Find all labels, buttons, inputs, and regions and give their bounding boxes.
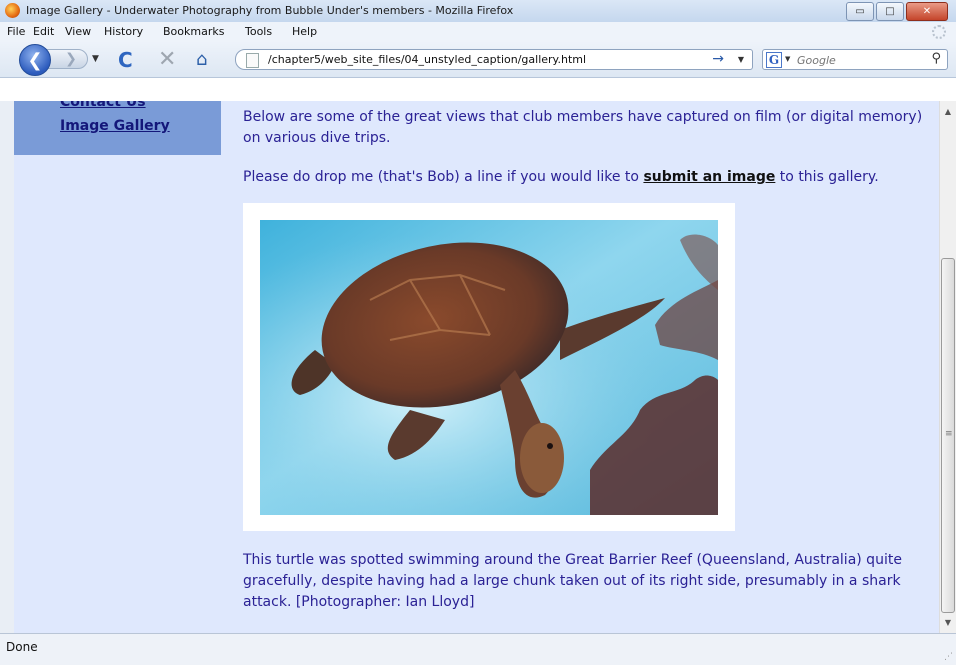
search-bar[interactable]: G ▼ ⚲ [762,49,948,70]
turtle-photo [260,220,718,515]
menu-bar: File Edit View History Bookmarks Tools H… [0,22,956,41]
url-text[interactable]: /chapter5/web_site_files/04_unstyled_cap… [268,53,586,66]
throbber-icon [932,25,946,39]
back-button[interactable]: ❮ [19,44,51,76]
photo-caption: This turtle was spotted swimming around … [243,552,902,610]
submit-text-after: to this gallery. [775,169,879,185]
menu-view[interactable]: View [65,25,91,38]
forward-arrow-icon: ❯ [65,51,77,67]
navigation-toolbar: ❯ ❮ ▼ C ✕ ⌂ /chapter5/web_site_files/04_… [0,41,956,78]
scroll-down-arrow-icon[interactable]: ▼ [940,614,956,631]
menu-history[interactable]: History [104,25,143,38]
menu-help[interactable]: Help [292,25,317,38]
google-icon[interactable]: G [766,52,782,68]
search-input[interactable] [795,52,924,69]
status-text: Done [6,640,38,654]
submit-paragraph: Please do drop me (that's Bob) a line if… [243,167,939,188]
sidebar-nav: Contact Us Image Gallery [14,101,221,155]
search-icon[interactable]: ⚲ [931,51,941,66]
status-bar: Done ⋰ [0,633,956,665]
page-content: Contact Us Image Gallery Below are some … [14,101,939,633]
scrollbar-thumb[interactable]: ≡ [941,258,955,613]
nav-link-image-gallery[interactable]: Image Gallery [60,118,170,134]
vertical-scrollbar[interactable]: ▲ ≡ ▼ [939,101,956,633]
title-bar: Image Gallery - Underwater Photography f… [0,0,956,23]
window-controls: ▭ □ ✕ [846,2,948,21]
left-frame [0,101,14,633]
window-title: Image Gallery - Underwater Photography f… [26,4,514,17]
menu-tools[interactable]: Tools [245,25,272,38]
minimize-button[interactable]: ▭ [846,2,874,21]
home-icon[interactable]: ⌂ [196,49,207,70]
address-bar[interactable]: /chapter5/web_site_files/04_unstyled_cap… [235,49,753,70]
close-button[interactable]: ✕ [906,2,948,21]
stop-icon[interactable]: ✕ [158,47,176,72]
firefox-icon [5,3,20,18]
page-icon [246,53,259,68]
photo-frame [243,203,735,531]
maximize-button[interactable]: □ [876,2,904,21]
resize-grip-icon[interactable]: ⋰ [944,652,953,662]
scroll-up-arrow-icon[interactable]: ▲ [940,103,956,120]
submit-text-before: Please do drop me (that's Bob) a line if… [243,169,644,185]
intro-paragraph: Below are some of the great views that c… [243,109,923,146]
menu-edit[interactable]: Edit [33,25,54,38]
submit-image-link[interactable]: submit an image [643,169,775,185]
search-engine-dropdown-icon[interactable]: ▼ [785,55,790,63]
back-arrow-icon: ❮ [27,49,43,71]
go-icon[interactable]: → [712,51,724,67]
scrollbar-grip-icon: ≡ [945,429,953,439]
menu-bookmarks[interactable]: Bookmarks [163,25,224,38]
nav-link-contact-us[interactable]: Contact Us [60,101,146,110]
reload-icon[interactable]: C [118,48,133,72]
url-dropdown-icon[interactable]: ▼ [738,55,744,64]
menu-file[interactable]: File [7,25,25,38]
history-dropdown-icon[interactable]: ▼ [92,54,99,64]
